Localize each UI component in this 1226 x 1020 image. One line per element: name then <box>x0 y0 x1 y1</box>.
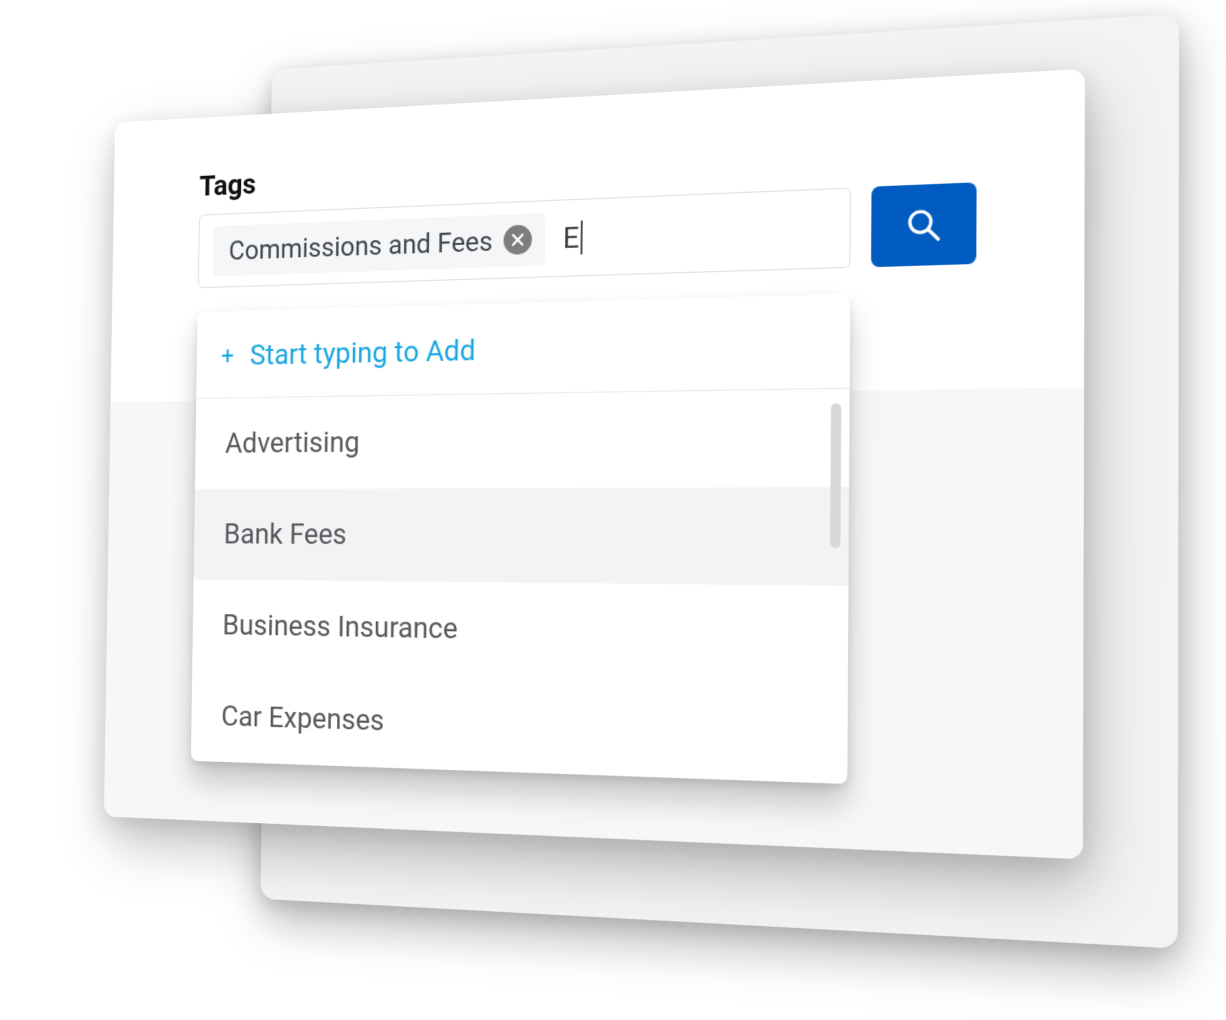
add-prompt-text: Start typing to Add <box>250 334 476 373</box>
text-cursor <box>581 221 583 255</box>
tag-chip-text: Commissions and Fees <box>229 225 493 266</box>
search-button[interactable] <box>871 182 977 267</box>
scrollbar[interactable] <box>829 403 841 756</box>
dropdown-item[interactable]: Advertising <box>195 389 850 489</box>
dropdown-item[interactable]: Bank Fees <box>194 487 850 586</box>
search-icon <box>902 203 944 246</box>
dropdown-list: AdvertisingBank FeesBusiness InsuranceCa… <box>191 389 850 784</box>
add-tag-option[interactable]: + Start typing to Add <box>196 294 850 399</box>
scrollbar-thumb[interactable] <box>830 403 841 548</box>
plus-icon: + <box>221 342 234 371</box>
remove-tag-icon[interactable] <box>504 224 533 255</box>
typed-text: E <box>563 220 583 255</box>
dropdown-item[interactable]: Business Insurance <box>192 579 848 684</box>
tag-chip: Commissions and Fees <box>213 213 546 276</box>
dropdown: + Start typing to Add AdvertisingBank Fe… <box>191 294 850 784</box>
tags-panel: Tags Commissions and Fees E <box>104 69 1085 859</box>
tags-input[interactable]: Commissions and Fees E <box>198 188 851 289</box>
